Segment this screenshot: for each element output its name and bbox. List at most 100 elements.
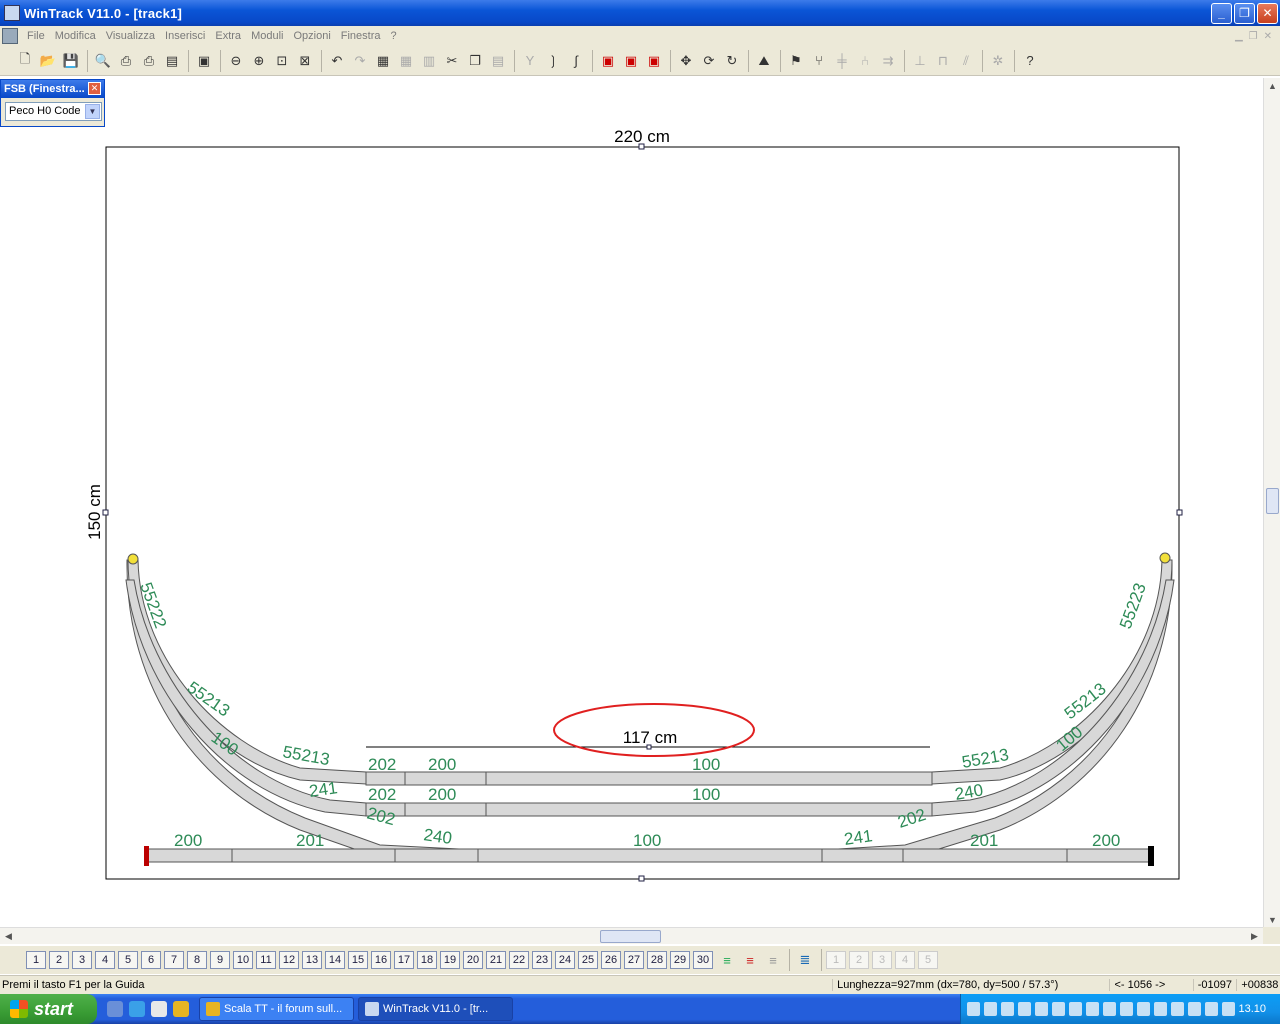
vertical-scrollbar[interactable]: ▲ ▼ [1263, 78, 1280, 929]
menu-modifica[interactable]: Modifica [50, 30, 101, 42]
layer-button-17[interactable]: 17 [394, 951, 414, 969]
mdi-minimize-icon[interactable]: ▁ [1235, 31, 1243, 42]
tray-icon[interactable] [1000, 1002, 1014, 1016]
rotate-180-icon[interactable]: ↻ [721, 50, 743, 72]
align-icon[interactable]: ⊥ [909, 50, 931, 72]
properties-icon[interactable]: ▦ [372, 50, 394, 72]
board-handle-bottom[interactable] [638, 875, 645, 882]
menu-file[interactable]: File [22, 30, 50, 42]
layer-button-16[interactable]: 16 [371, 951, 391, 969]
layer-button-21[interactable]: 21 [486, 951, 506, 969]
layer-button-22[interactable]: 22 [509, 951, 529, 969]
layer-button-2[interactable]: 2 [49, 951, 69, 969]
layer-button-14[interactable]: 14 [325, 951, 345, 969]
undo-icon[interactable]: ↶ [326, 50, 348, 72]
minimize-button[interactable]: _ [1211, 2, 1232, 24]
horizontal-scrollbar[interactable]: ◀ ▶ [0, 927, 1263, 944]
tray-icon[interactable] [1068, 1002, 1082, 1016]
layer-settings-icon[interactable]: ≣ [794, 949, 816, 971]
layer-button-7[interactable]: 7 [164, 951, 184, 969]
grid-icon[interactable]: ▦ [395, 50, 417, 72]
menu-visualizza[interactable]: Visualizza [101, 30, 160, 42]
start-button[interactable]: start [0, 994, 97, 1024]
wintrack-app-icon[interactable] [4, 5, 20, 21]
page-icon[interactable]: ▤ [161, 50, 183, 72]
help-icon[interactable]: ? [1019, 50, 1041, 72]
layer-button-11[interactable]: 11 [256, 951, 276, 969]
paste-icon[interactable]: ▤ [487, 50, 509, 72]
print-icon[interactable]: ⎙ [115, 50, 137, 72]
scroll-right-icon[interactable]: ▶ [1246, 928, 1263, 945]
copy-icon[interactable]: ❐ [464, 50, 486, 72]
menu-moduli[interactable]: Moduli [246, 30, 288, 42]
layer-button-9[interactable]: 9 [210, 951, 230, 969]
media-player-icon[interactable] [151, 1001, 167, 1017]
layer-button-6[interactable]: 6 [141, 951, 161, 969]
tray-icon[interactable] [1017, 1002, 1031, 1016]
extra-layer-button-4[interactable]: 4 [895, 951, 915, 969]
junction-icon[interactable]: ⇉ [877, 50, 899, 72]
table-icon[interactable]: ▥ [418, 50, 440, 72]
zoom-out-icon[interactable]: ⊖ [225, 50, 247, 72]
mdi-close-icon[interactable]: ✕ [1264, 31, 1272, 42]
board-handle-right[interactable] [1176, 509, 1183, 516]
parallel-icon[interactable]: ⫽ [955, 50, 977, 72]
extra-layer-button-2[interactable]: 2 [849, 951, 869, 969]
layer-button-20[interactable]: 20 [463, 951, 483, 969]
drawing-canvas[interactable]: 220 cm 150 cm 117 cm 55222 55223 55213 5… [0, 78, 1263, 929]
taskbar-item-browser[interactable]: Scala TT - il forum sull... [199, 997, 354, 1021]
fsb-title[interactable]: FSB (Finestra... ✕ [1, 80, 104, 98]
print-setup-icon[interactable]: ⎙ [138, 50, 160, 72]
track-layout-drawing[interactable]: 220 cm 150 cm 117 cm 55222 55223 55213 5… [0, 78, 1263, 929]
show-desktop-icon[interactable] [107, 1001, 123, 1017]
layer-hide-icon[interactable]: ≡ [762, 949, 784, 971]
scroll-left-icon[interactable]: ◀ [0, 928, 17, 945]
flex-track-icon[interactable]: ∫ [565, 50, 587, 72]
layer-button-3[interactable]: 3 [72, 951, 92, 969]
curve-icon[interactable]: ❳ [542, 50, 564, 72]
menu-opzioni[interactable]: Opzioni [288, 30, 335, 42]
straight-row-3[interactable] [147, 848, 1151, 863]
line-icon[interactable]: ╪ [831, 50, 853, 72]
vertical-scroll-thumb[interactable] [1266, 488, 1279, 514]
taskbar-item-wintrack[interactable]: WinTrack V11.0 - [tr... [358, 997, 513, 1021]
tray-icon[interactable] [1034, 1002, 1048, 1016]
save-icon[interactable]: 💾 [60, 50, 82, 72]
layer-button-26[interactable]: 26 [601, 951, 621, 969]
extra-layer-button-1[interactable]: 1 [826, 951, 846, 969]
layer-button-29[interactable]: 29 [670, 951, 690, 969]
layer-button-19[interactable]: 19 [440, 951, 460, 969]
tray-icon[interactable] [1085, 1002, 1099, 1016]
move-icon[interactable]: ✥ [675, 50, 697, 72]
layer-red-icon[interactable]: ▣ [597, 50, 619, 72]
layer-button-23[interactable]: 23 [532, 951, 552, 969]
menu-help[interactable]: ? [386, 30, 402, 42]
tray-icon[interactable] [1051, 1002, 1065, 1016]
layer-button-5[interactable]: 5 [118, 951, 138, 969]
document-icon[interactable] [2, 28, 18, 44]
horizontal-scroll-thumb[interactable] [600, 930, 661, 943]
cut-icon[interactable]: ✂ [441, 50, 463, 72]
tray-icon[interactable] [1170, 1002, 1184, 1016]
tray-icon[interactable] [1153, 1002, 1167, 1016]
layer-button-30[interactable]: 30 [693, 951, 713, 969]
zoom-window-icon[interactable]: ⊡ [271, 50, 293, 72]
layers-stack-icon[interactable]: ≡ [716, 949, 738, 971]
layer-button-10[interactable]: 10 [233, 951, 253, 969]
chrome-icon[interactable] [173, 1001, 189, 1017]
extra-layer-button-5[interactable]: 5 [918, 951, 938, 969]
open-folder-icon[interactable]: 📂 [37, 50, 59, 72]
signal-icon[interactable]: ⚑ [785, 50, 807, 72]
track-end-marker-left[interactable] [127, 553, 139, 565]
tray-icon[interactable] [1204, 1002, 1218, 1016]
menu-inserisci[interactable]: Inserisci [160, 30, 210, 42]
close-button[interactable]: ✕ [1257, 2, 1278, 24]
layer-button-8[interactable]: 8 [187, 951, 207, 969]
layer-button-4[interactable]: 4 [95, 951, 115, 969]
settings-icon[interactable]: ✲ [987, 50, 1009, 72]
tray-icon[interactable] [983, 1002, 997, 1016]
tray-icon[interactable] [1102, 1002, 1116, 1016]
layer-red3-icon[interactable]: ▣ [643, 50, 665, 72]
layer-button-12[interactable]: 12 [279, 951, 299, 969]
fsb-close-button[interactable]: ✕ [88, 82, 101, 95]
